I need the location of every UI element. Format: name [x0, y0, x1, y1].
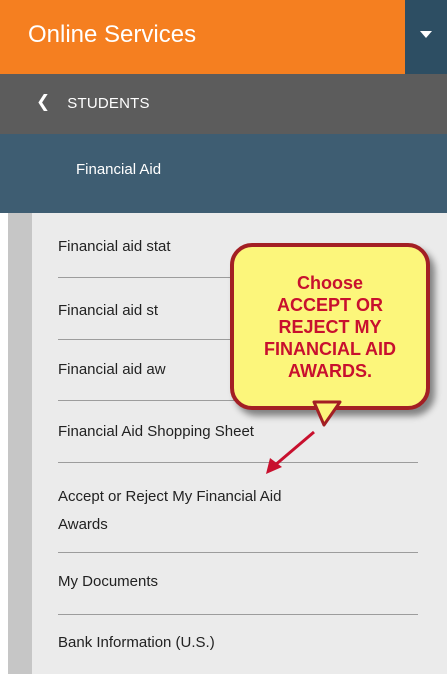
nesting-indicator	[8, 213, 32, 674]
callout-text: Choose ACCEPT OR REJECT MY FINANCIAL AID…	[264, 272, 396, 381]
back-label: STUDENTS	[67, 94, 150, 112]
triangle-down-icon	[420, 30, 432, 38]
app-title-bar[interactable]: Online Services	[0, 0, 405, 74]
menu-item-label: Financial aid st	[58, 302, 159, 319]
menu-divider	[58, 462, 418, 463]
menu-item-shopping-sheet[interactable]: Financial Aid Shopping Sheet	[58, 420, 418, 444]
section-header-financial-aid[interactable]: Financial Aid	[0, 134, 447, 213]
instruction-callout: Choose ACCEPT OR REJECT MY FINANCIAL AID…	[230, 243, 430, 410]
menu-item-bank-information[interactable]: Bank Information (U.S.)	[58, 631, 418, 655]
menu-item-label: Financial aid aw	[58, 361, 166, 378]
menu-item-label: Financial Aid Shopping Sheet	[58, 423, 254, 440]
menu-toggle-button[interactable]	[405, 0, 447, 74]
menu-item-my-documents[interactable]: My Documents	[58, 570, 418, 594]
chevron-left-icon: ❮	[36, 92, 51, 111]
menu-divider	[58, 552, 418, 553]
menu-item-label: Accept or Reject My Financial Aid	[58, 488, 282, 505]
app-title[interactable]: Online Services	[28, 21, 196, 49]
app-header: Online Services	[0, 0, 447, 74]
menu-item-label: Financial aid stat	[58, 238, 171, 255]
menu-item-label: Bank Information (U.S.)	[58, 634, 215, 651]
menu-item-label: My Documents	[58, 573, 159, 590]
menu-item-label-line2: Awards	[58, 516, 108, 533]
sidebar-edge	[0, 213, 8, 674]
menu-item-accept-reject-awards[interactable]: Accept or Reject My Financial Aid Awards	[58, 485, 418, 537]
section-title: Financial Aid	[76, 161, 162, 178]
menu-divider	[58, 614, 418, 615]
back-to-students-button[interactable]: ❮ STUDENTS	[0, 74, 447, 134]
